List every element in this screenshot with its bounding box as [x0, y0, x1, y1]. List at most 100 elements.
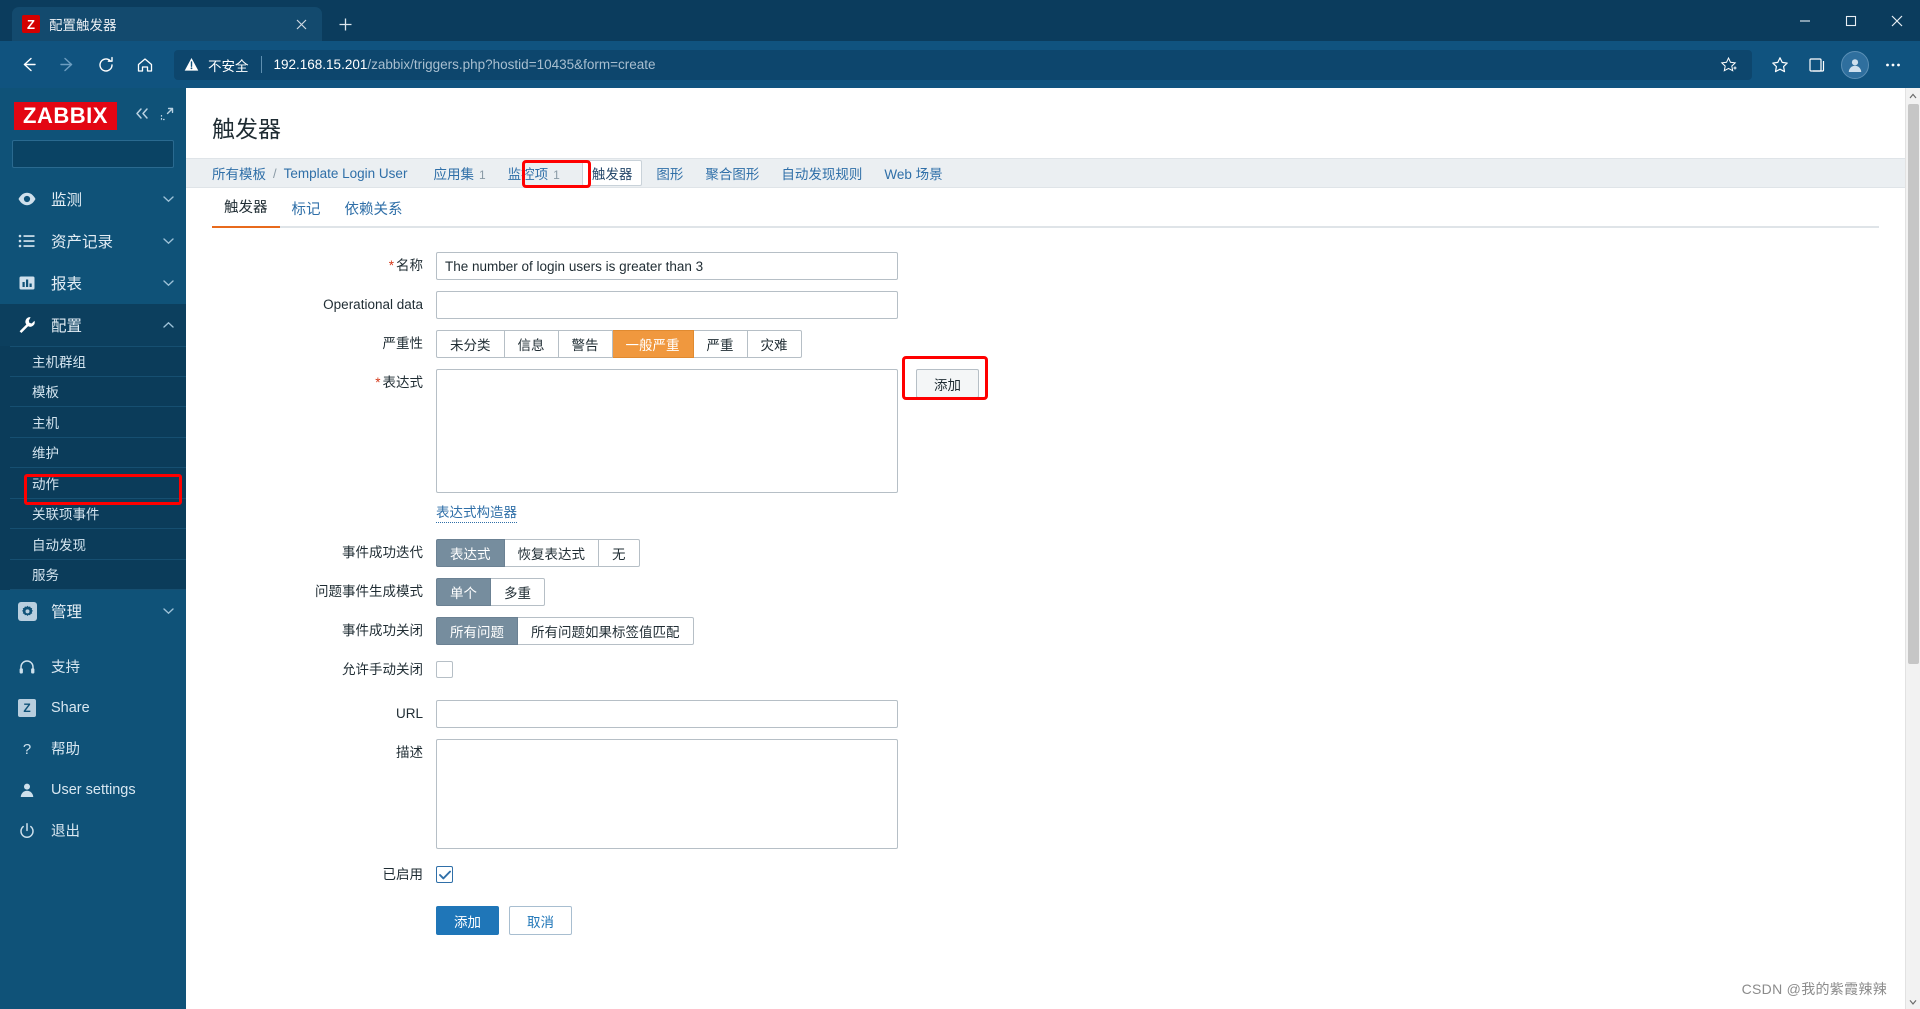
add-favorite-icon[interactable]: [1714, 52, 1742, 78]
sidebar-item-label: 管理: [51, 604, 83, 622]
new-tab-button[interactable]: [330, 9, 360, 39]
severity-high[interactable]: 严重: [693, 330, 748, 358]
name-input[interactable]: [436, 252, 898, 280]
problem-event-single[interactable]: 单个: [436, 578, 491, 607]
favorites-star-icon[interactable]: [1763, 48, 1797, 82]
sidebar-item-reports[interactable]: 报表: [0, 262, 186, 304]
severity-information[interactable]: 信息: [504, 330, 559, 358]
breadcrumb-tab-screens[interactable]: 聚合图形: [705, 163, 759, 183]
sidebar-item-support[interactable]: 支持: [0, 646, 186, 687]
scroll-down-icon[interactable]: [1906, 994, 1920, 1009]
minimize-icon[interactable]: [1782, 0, 1828, 41]
forward-arrow-icon[interactable]: [49, 47, 85, 83]
label-enabled: 已启用: [382, 867, 424, 883]
profile-avatar-icon[interactable]: [1841, 50, 1869, 79]
sidebar-item-administration[interactable]: 管理: [0, 590, 186, 632]
close-icon[interactable]: [290, 13, 312, 35]
search-box[interactable]: [12, 140, 201, 169]
maximize-icon[interactable]: [1828, 0, 1874, 41]
sidebar-header: ZABBIX: [0, 88, 186, 140]
breadcrumb-tab-applications[interactable]: 应用集 1: [433, 163, 485, 183]
label-url: URL: [395, 706, 423, 722]
home-icon[interactable]: [127, 47, 163, 83]
vertical-scrollbar[interactable]: [1905, 88, 1920, 1009]
zabbix-logo[interactable]: ZABBIX: [14, 102, 117, 131]
sidebar-item-signout[interactable]: 退出: [0, 810, 186, 851]
sidebar-item-services[interactable]: 服务: [10, 560, 186, 591]
form-wrapper: 触发器 标记 依赖关系 *名称 Operational data: [186, 188, 1905, 1009]
severity-warning[interactable]: 警告: [558, 330, 613, 358]
tab-trigger[interactable]: 触发器: [212, 196, 280, 228]
submit-add-button[interactable]: 添加: [436, 906, 499, 936]
breadcrumb-tab-graphs[interactable]: 图形: [656, 163, 683, 183]
back-arrow-icon[interactable]: [10, 47, 46, 83]
problem-event-button-group: 单个 多重: [436, 578, 545, 607]
sidebar-item-help[interactable]: ? 帮助: [0, 728, 186, 769]
breadcrumb-tab-items[interactable]: 监控项 1: [508, 163, 560, 183]
submenu-label: 动作: [32, 476, 59, 492]
scroll-up-icon[interactable]: [1906, 88, 1920, 103]
ok-event-expression[interactable]: 表达式: [436, 539, 505, 568]
expression-textarea[interactable]: [436, 369, 898, 493]
severity-average[interactable]: 一般严重: [612, 330, 694, 358]
sidebar-item-maintenance[interactable]: 维护: [10, 438, 186, 469]
collapse-sidebar-icon[interactable]: [134, 107, 151, 125]
operational-data-input[interactable]: [436, 291, 898, 319]
severity-disaster[interactable]: 灾难: [747, 330, 802, 358]
scrollbar-thumb[interactable]: [1908, 104, 1919, 664]
breadcrumb-tab-web-scenarios[interactable]: Web 场景: [884, 163, 942, 183]
breadcrumb-all-templates[interactable]: 所有模板: [212, 163, 266, 183]
sidebar-item-share[interactable]: Z Share: [0, 687, 186, 728]
gear-icon: [16, 601, 38, 621]
breadcrumb-tab-triggers[interactable]: 触发器: [581, 160, 643, 186]
sidebar-item-actions[interactable]: 动作: [10, 468, 186, 499]
breadcrumb-tab-discovery-rules[interactable]: 自动发现规则: [781, 163, 862, 183]
ok-event-closes-tag-match[interactable]: 所有问题如果标签值匹配: [518, 617, 694, 646]
search-input[interactable]: [21, 146, 186, 163]
person-icon: [16, 781, 38, 799]
sidebar-item-templates[interactable]: 模板: [10, 377, 186, 408]
expression-add-button[interactable]: 添加: [916, 369, 979, 398]
description-textarea[interactable]: [436, 739, 898, 850]
tab-dependencies[interactable]: 依赖关系: [333, 198, 415, 228]
required-marker: *: [388, 258, 394, 273]
expression-constructor-link[interactable]: 表达式构造器: [436, 504, 517, 524]
breadcrumb-template-name[interactable]: Template Login User: [284, 166, 408, 181]
control-operational-data: [436, 291, 898, 319]
ok-event-none[interactable]: 无: [599, 539, 640, 568]
collections-icon[interactable]: [1800, 48, 1834, 82]
sidebar-item-inventory[interactable]: 资产记录: [0, 220, 186, 262]
chevron-up-icon: [163, 321, 174, 329]
sidebar-item-event-correlation[interactable]: 关联项事件: [10, 499, 186, 530]
more-options-icon[interactable]: [1876, 48, 1910, 82]
address-bar[interactable]: 不安全 192.168.15.201/zabbix/triggers.php?h…: [174, 49, 1752, 80]
tab-label: Web 场景: [884, 167, 943, 182]
ok-event-closes-all-problems[interactable]: 所有问题: [436, 617, 518, 646]
cancel-button[interactable]: 取消: [509, 906, 572, 936]
sidebar-bottom-nav: 支持 Z Share ? 帮助 User settings 退出: [0, 646, 186, 851]
sidebar-item-discovery[interactable]: 自动发现: [10, 529, 186, 560]
sidebar-item-monitoring[interactable]: 监测: [0, 178, 186, 220]
ok-event-recovery-expression[interactable]: 恢复表达式: [504, 539, 599, 568]
window-close-icon[interactable]: [1874, 0, 1920, 41]
problem-event-multiple[interactable]: 多重: [491, 578, 545, 607]
favicon-icon: Z: [22, 15, 40, 33]
sidebar-item-user-settings[interactable]: User settings: [0, 769, 186, 810]
form-row-ok-event-closes: 事件成功关闭 所有问题 所有问题如果标签值匹配: [186, 617, 1905, 646]
manual-close-checkbox[interactable]: [436, 661, 453, 679]
form-row-ok-event-generation: 事件成功迭代 表达式 恢复表达式 无: [186, 539, 1905, 568]
sidebar-item-host-groups[interactable]: 主机群组: [10, 346, 186, 377]
tab-label: 应用集: [433, 167, 474, 182]
hide-sidebar-icon[interactable]: [160, 107, 174, 126]
url-input[interactable]: [436, 700, 898, 729]
form-row-severity: 严重性 未分类 信息 警告 一般严重 严重 灾难: [186, 330, 1905, 358]
reload-icon[interactable]: [88, 47, 124, 83]
tab-tags[interactable]: 标记: [280, 198, 333, 228]
browser-tab[interactable]: Z 配置触发器: [12, 7, 322, 41]
severity-not-classified[interactable]: 未分类: [436, 330, 505, 358]
expression-add-wrap: 添加: [902, 356, 988, 400]
enabled-checkbox[interactable]: [436, 866, 453, 884]
sidebar-item-hosts[interactable]: 主机: [10, 407, 186, 438]
sidebar-item-configuration[interactable]: 配置: [0, 304, 186, 347]
eye-icon: [16, 189, 38, 209]
